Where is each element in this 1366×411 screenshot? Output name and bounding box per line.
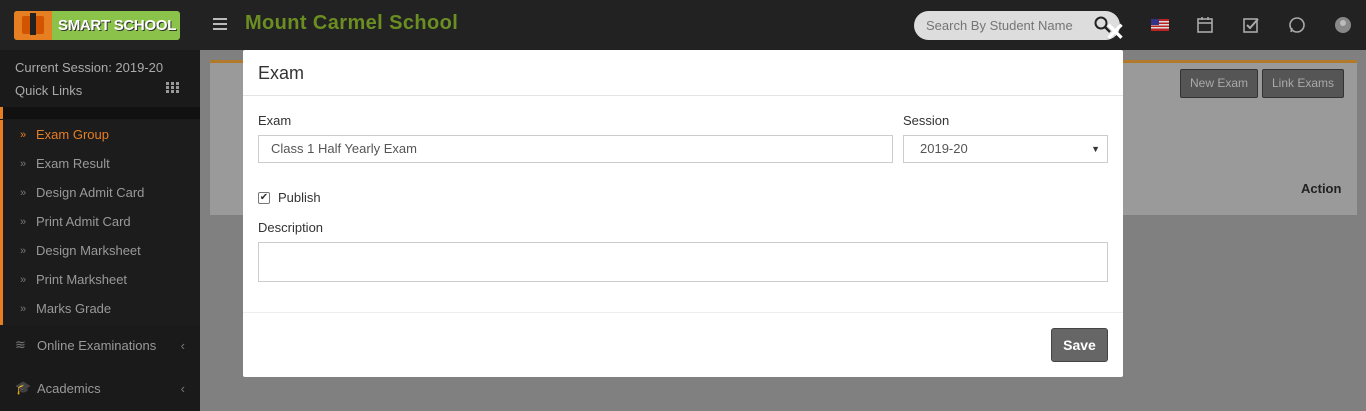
double-chevron-icon: » bbox=[20, 215, 27, 228]
exam-submenu: » Exam Group » Exam Result » Design Admit C… bbox=[0, 120, 200, 325]
user-avatar-icon[interactable] bbox=[1333, 15, 1353, 35]
sidebar-item-design-admit-card[interactable]: » Design Admit Card bbox=[20, 185, 144, 200]
sidebar-item-print-marksheet[interactable]: » Print Marksheet bbox=[20, 272, 127, 287]
double-chevron-icon: » bbox=[20, 186, 27, 199]
student-search-input[interactable] bbox=[914, 11, 1120, 40]
exam-label: Exam bbox=[258, 113, 292, 128]
sidebar-item-design-marksheet[interactable]: » Design Marksheet bbox=[20, 243, 141, 258]
chevron-left-icon: ‹ bbox=[180, 337, 185, 353]
current-session: Current Session: 2019-20 bbox=[15, 60, 164, 75]
rss-icon: ≋ bbox=[15, 337, 26, 352]
chevron-left-icon: ‹ bbox=[180, 380, 185, 396]
close-icon[interactable]: ✕ bbox=[1104, 21, 1126, 45]
top-header: SMART SCHOOL Mount Carmel School bbox=[0, 0, 1366, 50]
double-chevron-icon: » bbox=[20, 273, 27, 286]
action-column-header: Action bbox=[1301, 181, 1342, 196]
task-check-icon[interactable] bbox=[1241, 15, 1261, 35]
publish-label[interactable]: Publish bbox=[278, 190, 321, 205]
us-flag-icon[interactable] bbox=[1150, 15, 1170, 35]
sidebar-section-academics[interactable]: 🎓 Academics ‹ bbox=[15, 380, 185, 396]
whatsapp-icon[interactable] bbox=[1287, 15, 1307, 35]
session-selected-value: 2019-20 bbox=[920, 141, 968, 156]
school-name: Mount Carmel School bbox=[245, 12, 459, 34]
menu-toggle-icon[interactable] bbox=[213, 18, 227, 33]
sidebar-item-exam-result[interactable]: » Exam Result bbox=[20, 156, 110, 171]
sidebar: Current Session: 2019-20 Quick Links » Ex… bbox=[0, 50, 200, 411]
sidebar-item-exam-group[interactable]: » Exam Group bbox=[20, 127, 109, 142]
exam-modal: Exam Exam Class 1 Half Yearly Exam Sessi… bbox=[243, 50, 1123, 377]
double-chevron-icon: » bbox=[20, 302, 27, 315]
book-logo-icon bbox=[14, 11, 52, 40]
modal-title: Exam bbox=[258, 63, 305, 83]
save-button[interactable]: Save bbox=[1051, 328, 1108, 362]
modal-header-divider bbox=[243, 95, 1123, 96]
modal-footer-divider bbox=[243, 312, 1123, 313]
exam-input[interactable]: Class 1 Half Yearly Exam bbox=[258, 135, 893, 163]
dropdown-arrow-icon: ▼ bbox=[1091, 144, 1100, 154]
double-chevron-icon: » bbox=[20, 128, 27, 141]
sidebar-divider bbox=[0, 107, 200, 119]
sidebar-section-online-examinations[interactable]: ≋ Online Examinations ‹ bbox=[15, 337, 185, 353]
new-exam-button[interactable]: New Exam bbox=[1180, 69, 1259, 98]
double-chevron-icon: » bbox=[20, 244, 27, 257]
app-logo[interactable]: SMART SCHOOL bbox=[14, 11, 180, 40]
description-textarea[interactable] bbox=[258, 242, 1108, 282]
grid-icon[interactable] bbox=[166, 82, 179, 93]
sidebar-item-print-admit-card[interactable]: » Print Admit Card bbox=[20, 214, 131, 229]
link-exams-button[interactable]: Link Exams bbox=[1262, 69, 1345, 98]
logo-text: SMART SCHOOL bbox=[58, 17, 177, 34]
calendar-icon[interactable] bbox=[1195, 15, 1215, 35]
session-select[interactable]: 2019-20 ▼ bbox=[903, 135, 1108, 163]
double-chevron-icon: » bbox=[20, 157, 27, 170]
description-label: Description bbox=[258, 220, 324, 235]
sidebar-item-marks-grade[interactable]: » Marks Grade bbox=[20, 301, 111, 316]
graduation-cap-icon: 🎓 bbox=[15, 380, 32, 395]
quick-links-label[interactable]: Quick Links bbox=[15, 83, 82, 98]
publish-checkbox[interactable]: ✔ bbox=[258, 192, 270, 204]
session-label: Session bbox=[903, 113, 950, 128]
